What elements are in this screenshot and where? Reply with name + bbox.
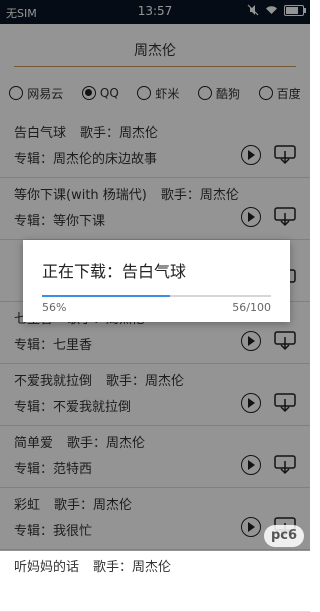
progress-count: 56/100	[232, 301, 271, 314]
download-progress-dialog: 正在下载：告白气球 56% 56/100	[23, 240, 290, 322]
progress-bar	[42, 295, 271, 297]
progress-fill	[42, 295, 171, 297]
progress-percent: 56%	[42, 301, 67, 314]
watermark-logo: pc6	[264, 525, 304, 547]
song-row[interactable]: 听妈妈的话 歌手：周杰伦	[0, 550, 310, 612]
song-singer: 歌手：周杰伦	[93, 560, 172, 575]
song-title: 听妈妈的话	[14, 560, 80, 575]
dialog-title: 正在下载：告白气球	[42, 262, 187, 281]
